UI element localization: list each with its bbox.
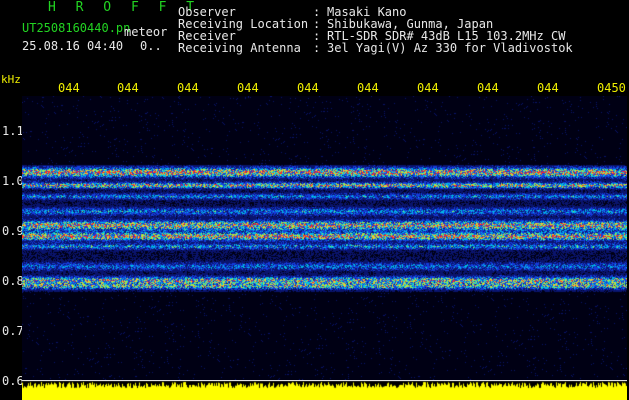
time-tick: 044: [417, 81, 439, 95]
freq-tick: 1.1: [2, 124, 24, 138]
meteor-label: meteor: [124, 25, 168, 39]
meteor-count: 0..: [140, 39, 162, 53]
signal-level-strip: [22, 380, 627, 400]
time-tick: 044: [177, 81, 199, 95]
time-tick: 044: [117, 81, 139, 95]
freq-tick: 1.0: [2, 174, 24, 188]
time-tick: 044: [58, 81, 80, 95]
time-tick: 044: [357, 81, 379, 95]
freq-tick: 0.6: [2, 374, 24, 388]
antenna-label: Receiving Antenna: [178, 41, 301, 55]
filename: UT2508160440.pn: [22, 21, 131, 35]
time-tick: 044: [297, 81, 319, 95]
time-tick: 0450: [597, 81, 626, 95]
datetime: 25.08.16 04:40: [22, 39, 124, 53]
time-tick: 044: [537, 81, 559, 95]
freq-tick: 0.8: [2, 274, 24, 288]
frequency-unit: kHz: [1, 73, 21, 86]
time-tick: 044: [477, 81, 499, 95]
colon: :: [313, 41, 321, 55]
time-tick: 044: [237, 81, 259, 95]
antenna-value: 3el Yagi(V) Az 330 for Vladivostok: [327, 41, 573, 55]
spectrogram: [22, 96, 627, 380]
freq-tick: 0.7: [2, 324, 24, 338]
freq-tick: 0.9: [2, 224, 24, 238]
